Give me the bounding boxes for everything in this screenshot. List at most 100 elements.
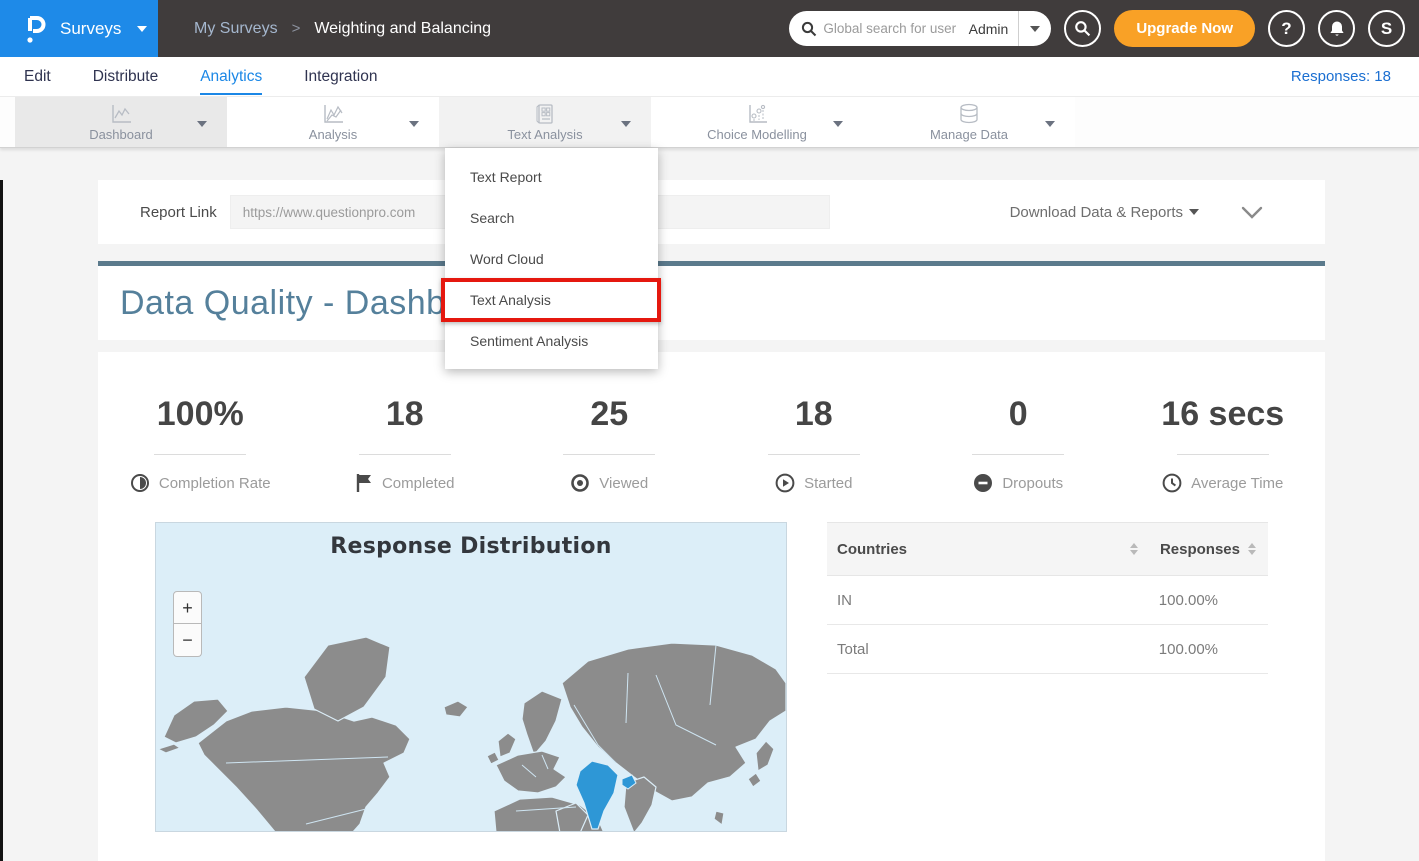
scatter-chart-icon (744, 103, 770, 125)
world-map (156, 523, 787, 832)
chevron-down-icon[interactable] (1045, 121, 1055, 127)
avatar[interactable]: S (1368, 10, 1405, 47)
report-link-label: Report Link (98, 204, 217, 221)
stat-value: 16 secs (1121, 395, 1326, 434)
dashboard-card: 100% Completion Rate 18 (98, 352, 1325, 861)
stat-value: 25 (507, 395, 712, 434)
download-data-reports-dropdown[interactable]: Download Data & Reports (1010, 204, 1199, 221)
search-input[interactable] (817, 21, 968, 36)
tab-text-analysis[interactable]: Text Analysis (439, 97, 651, 147)
database-icon (957, 103, 981, 125)
table-row: Total 100.00% (827, 625, 1268, 674)
search-icon (801, 21, 817, 37)
column-header-countries[interactable]: Countries (837, 541, 1122, 558)
chevron-down-icon (1030, 26, 1040, 32)
sort-icon[interactable] (1130, 543, 1138, 555)
tab-label: Dashboard (89, 127, 153, 142)
stats-row: 100% Completion Rate 18 (98, 395, 1325, 498)
subnav-item-distribute[interactable]: Distribute (93, 59, 158, 95)
page-title-card: Data Quality - Dashboard (98, 261, 1325, 340)
started-play-icon (775, 473, 795, 493)
product-label: Surveys (60, 19, 121, 39)
subnav-item-integration[interactable]: Integration (304, 59, 377, 95)
stat-value: 0 (916, 395, 1121, 434)
notifications-button[interactable] (1318, 10, 1355, 47)
text-analysis-dropdown-menu: Text Report Search Word Cloud Text Analy… (445, 148, 658, 369)
completed-flag-icon (355, 473, 373, 493)
menu-item-sentiment-analysis[interactable]: Sentiment Analysis (445, 320, 658, 361)
stat-dropouts: 0 Dropouts (916, 395, 1121, 498)
map-zoom-controls: + − (173, 591, 202, 657)
stat-label: Started (804, 475, 852, 492)
divider (359, 454, 451, 455)
viz-row: Response Distribution + − Countries Resp… (98, 522, 1325, 832)
country-responses: 100.00% (1159, 592, 1218, 609)
divider (972, 454, 1064, 455)
stat-started: 18 Started (712, 395, 917, 498)
questionpro-logo-icon (20, 12, 50, 46)
header-actions: Admin Upgrade Now ? S (789, 10, 1419, 47)
stat-value: 18 (303, 395, 508, 434)
menu-item-text-report[interactable]: Text Report (445, 156, 658, 197)
question-mark-icon: ? (1281, 19, 1291, 39)
subnav-item-analytics[interactable]: Analytics (200, 59, 262, 95)
countries-table-header: Countries Responses (827, 522, 1268, 576)
menu-item-search[interactable]: Search (445, 197, 658, 238)
upgrade-now-button[interactable]: Upgrade Now (1114, 10, 1255, 47)
tab-choice-modelling[interactable]: Choice Modelling (651, 97, 863, 147)
collapse-chevron-icon[interactable] (1241, 206, 1263, 219)
download-label-text: Download Data & Reports (1010, 204, 1183, 221)
chevron-down-icon[interactable] (197, 121, 207, 127)
search-button[interactable] (1064, 10, 1101, 47)
help-button[interactable]: ? (1268, 10, 1305, 47)
text-document-icon (534, 103, 556, 125)
responses-count: Responses: 18 (1291, 68, 1391, 85)
window-edge (0, 180, 3, 861)
dropouts-minus-icon (973, 473, 993, 493)
tab-label: Analysis (309, 127, 357, 142)
average-time-clock-icon (1162, 473, 1182, 493)
stat-average-time: 16 secs Average Time (1121, 395, 1326, 498)
tab-analysis[interactable]: Analysis (227, 97, 439, 147)
column-header-responses[interactable]: Responses (1160, 541, 1240, 558)
map-zoom-in-button[interactable]: + (173, 591, 202, 624)
divider (154, 454, 246, 455)
tab-label: Text Analysis (507, 127, 582, 142)
chevron-down-icon[interactable] (621, 121, 631, 127)
response-distribution-map[interactable]: Response Distribution + − (155, 522, 787, 832)
survey-subnav: Edit Distribute Analytics Integration Re… (0, 57, 1419, 97)
completion-rate-icon (130, 473, 150, 493)
avatar-letter: S (1381, 19, 1392, 39)
stat-label: Average Time (1191, 475, 1283, 492)
stat-viewed: 25 Viewed (507, 395, 712, 498)
menu-item-word-cloud[interactable]: Word Cloud (445, 238, 658, 279)
search-scope-dropdown[interactable] (1019, 11, 1051, 46)
line-chart-icon (108, 103, 134, 125)
page-content: Report Link Download Data & Reports Data… (0, 180, 1419, 861)
breadcrumb-my-surveys[interactable]: My Surveys (194, 20, 278, 38)
product-switcher[interactable]: Surveys (0, 0, 158, 57)
search-icon (1074, 20, 1091, 37)
chevron-down-icon[interactable] (409, 121, 419, 127)
multi-line-chart-icon (320, 103, 346, 125)
sort-icon[interactable] (1248, 543, 1256, 555)
stat-value: 18 (712, 395, 917, 434)
country-code: Total (837, 641, 1159, 658)
tab-dashboard[interactable]: Dashboard (15, 97, 227, 147)
subnav-item-edit[interactable]: Edit (24, 59, 51, 95)
divider (768, 454, 860, 455)
stat-completed: 18 Completed (303, 395, 508, 498)
stat-label: Completed (382, 475, 455, 492)
tab-label: Manage Data (930, 127, 1008, 142)
stat-label: Dropouts (1002, 475, 1063, 492)
tab-manage-data[interactable]: Manage Data (863, 97, 1075, 147)
breadcrumb: My Surveys > Weighting and Balancing (194, 20, 491, 38)
divider (563, 454, 655, 455)
stat-completion-rate: 100% Completion Rate (98, 395, 303, 498)
chevron-down-icon[interactable] (833, 121, 843, 127)
countries-table: Countries Responses IN 100.00% Total 100… (827, 522, 1268, 832)
bell-icon (1329, 20, 1345, 37)
map-zoom-out-button[interactable]: − (173, 624, 202, 657)
annotation-highlight-box (441, 278, 661, 322)
global-search[interactable]: Admin (789, 11, 1051, 46)
